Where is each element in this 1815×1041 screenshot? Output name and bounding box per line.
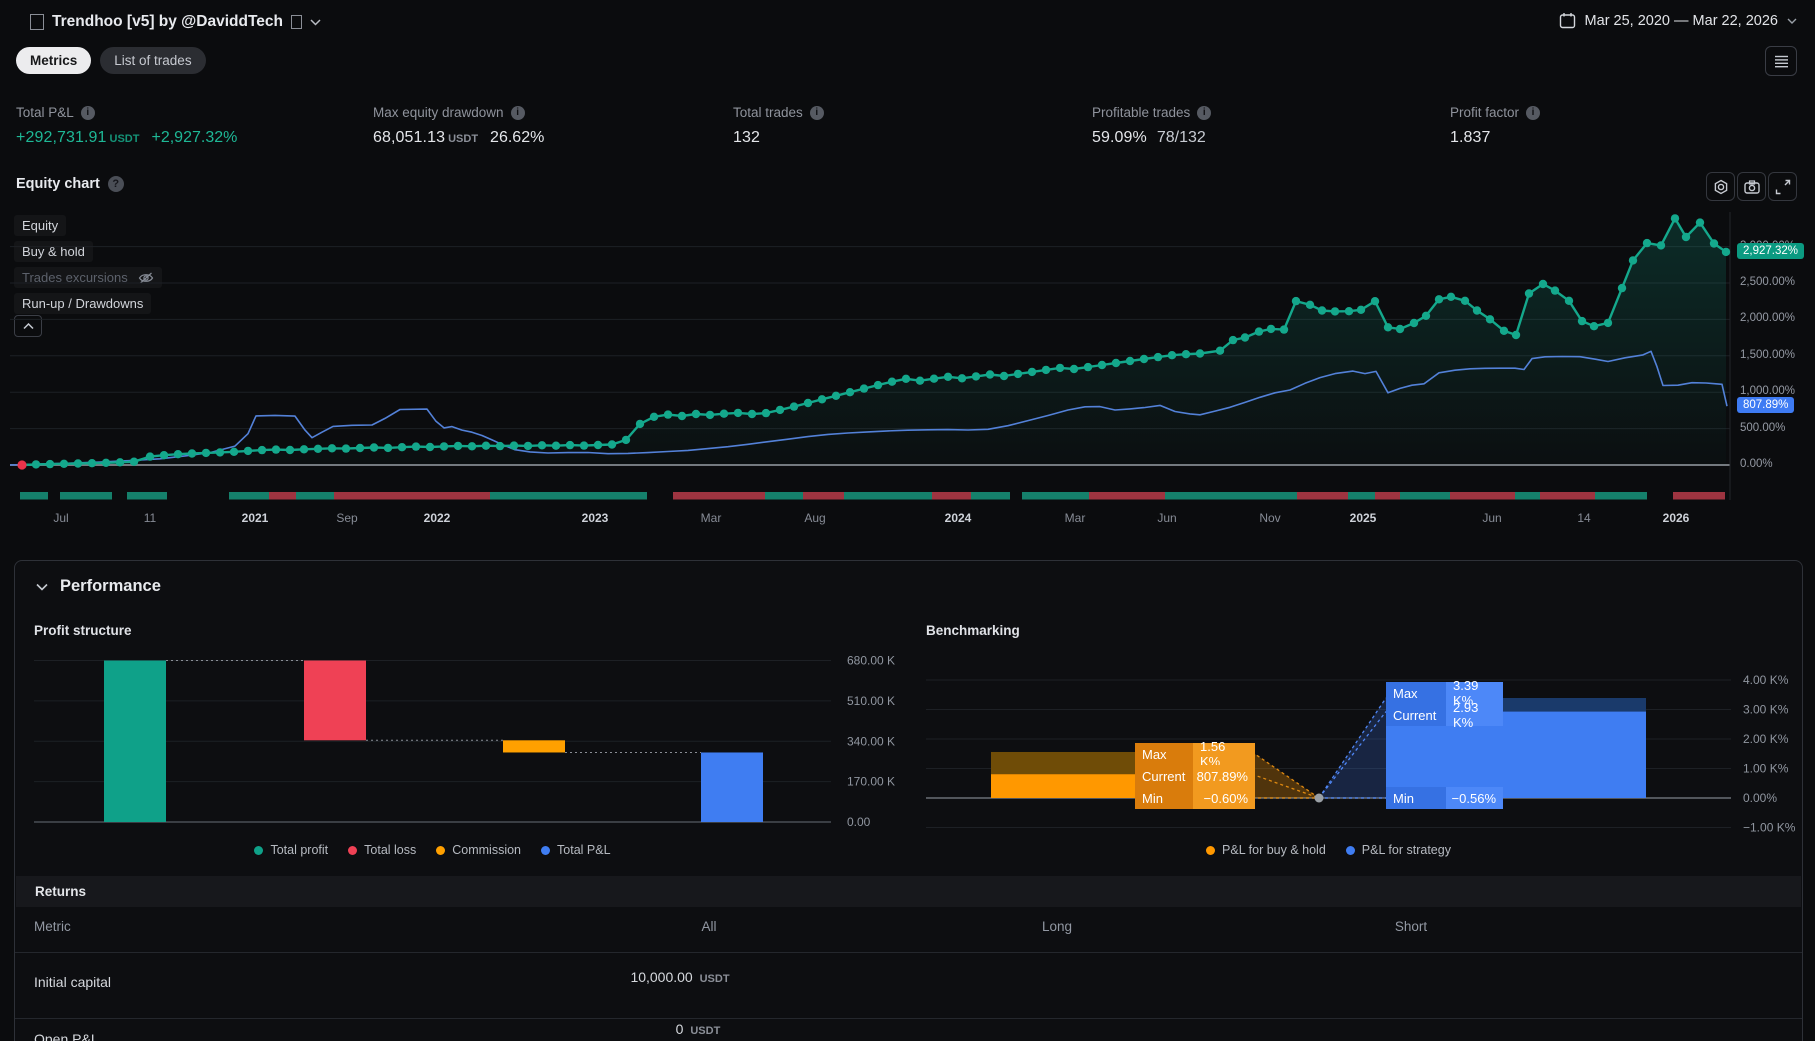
legend-item[interactable]: Total P&L xyxy=(541,843,611,857)
svg-text:Jun: Jun xyxy=(1482,511,1501,525)
svg-text:2.00 K%: 2.00 K% xyxy=(1743,732,1789,746)
legend-item[interactable]: Commission xyxy=(436,843,521,857)
svg-text:170.00 K: 170.00 K xyxy=(847,775,895,789)
y-axis-tick: 0.00% xyxy=(1740,458,1773,470)
equity-chart-plot[interactable]: Jul 11 2021 Sep 2022 2023 Mar Aug 2024 Mar Jun Nov 2… xyxy=(0,0,1815,540)
legend-dot-icon xyxy=(436,846,446,855)
legend-dot-icon xyxy=(1345,846,1355,855)
y-axis-tick: 2,500.00% xyxy=(1740,276,1795,288)
svg-text:Aug: Aug xyxy=(804,511,825,525)
y-axis-tick: 1,000.00% xyxy=(1740,385,1795,398)
svg-text:Nov: Nov xyxy=(1259,511,1280,525)
svg-text:0.00%: 0.00% xyxy=(1743,791,1777,805)
last-value-badge: 2,927.32% xyxy=(1737,242,1804,259)
returns-column-header: Metric xyxy=(34,919,71,934)
returns-column-header: Long xyxy=(1041,919,1073,934)
svg-text:510.00 K: 510.00 K xyxy=(847,694,895,708)
benchmark-stat-row: Min −0.56% xyxy=(1386,787,1503,809)
legend-item[interactable]: P&L for buy & hold xyxy=(1206,843,1326,857)
currency-unit: USDT xyxy=(690,1025,721,1037)
svg-text:Mar: Mar xyxy=(1065,511,1086,525)
svg-text:2024: 2024 xyxy=(945,511,972,525)
y-axis-tick: 1,500.00% xyxy=(1740,348,1795,361)
profit-structure-legend[interactable]: Total profit Total loss Commission Total P&… xyxy=(34,843,831,857)
legend-dot-icon xyxy=(1206,846,1216,855)
benchmark-stat-row: Max 1.56 K% xyxy=(1135,739,1255,769)
svg-text:Jul: Jul xyxy=(53,511,68,525)
y-axis-tick: 500.00% xyxy=(1740,421,1786,434)
svg-text:2022: 2022 xyxy=(424,511,451,525)
svg-text:4.00 K%: 4.00 K% xyxy=(1743,673,1789,687)
benchmarking-legend[interactable]: P&L for buy & hold P&L for strategy xyxy=(926,843,1731,857)
svg-text:14: 14 xyxy=(1577,511,1591,525)
legend-item[interactable]: P&L for strategy xyxy=(1345,843,1451,857)
svg-text:2026: 2026 xyxy=(1663,511,1690,525)
returns-column-header: All xyxy=(701,919,717,934)
svg-text:3.00 K%: 3.00 K% xyxy=(1743,703,1789,717)
returns-row-metric: Open P&L xyxy=(34,1031,99,1041)
svg-text:2021: 2021 xyxy=(242,511,269,525)
legend-item[interactable]: Total loss xyxy=(348,843,416,857)
legend-dot-icon xyxy=(254,846,264,855)
svg-text:11: 11 xyxy=(144,511,157,525)
currency-unit: USDT xyxy=(699,973,730,985)
returns-row-value: 10,000.00 USDT xyxy=(630,969,730,985)
returns-row-metric: Initial capital xyxy=(34,974,112,990)
divider xyxy=(15,952,1802,953)
performance-charts-plot[interactable]: 0.00 170.00 K 340.00 K 510.00 K 680.00 K 4.00… xyxy=(15,561,1802,881)
svg-text:2025: 2025 xyxy=(1350,511,1377,525)
benchmark-stat-row: Min −0.60% xyxy=(1135,787,1255,809)
equity-chart-y-axis: 0.00% 500.00% 1,000.00% 1,500.00% 2,000.00% 2… xyxy=(1737,0,1815,540)
returns-column-header: Short xyxy=(1394,919,1428,934)
performance-panel: Performance Profit structure Benchmarkin… xyxy=(14,560,1803,1041)
svg-text:340.00 K: 340.00 K xyxy=(847,734,895,748)
legend-item[interactable]: Total profit xyxy=(254,843,328,857)
divider xyxy=(15,1018,1802,1019)
svg-text:2023: 2023 xyxy=(582,511,609,525)
svg-text:1.00 K%: 1.00 K% xyxy=(1743,762,1789,776)
strategy-tester-page: Trendhoo [v5] by @DaviddTech Mar 25, 202… xyxy=(0,0,1815,1041)
benchmark-stat-row: Current 807.89% xyxy=(1135,765,1255,787)
legend-dot-icon xyxy=(541,846,551,855)
svg-text:680.00 K: 680.00 K xyxy=(847,654,895,668)
returns-row-value: 0 USDT xyxy=(675,1021,721,1037)
returns-section-header: Returns xyxy=(16,876,1801,907)
svg-text:0.00: 0.00 xyxy=(847,815,871,829)
svg-text:Jun: Jun xyxy=(1157,511,1176,525)
last-value-badge: 807.89% xyxy=(1737,397,1795,414)
svg-text:Sep: Sep xyxy=(336,511,358,525)
svg-text:−1.00 K%: −1.00 K% xyxy=(1743,821,1796,835)
legend-dot-icon xyxy=(348,846,358,855)
y-axis-tick: 2,000.00% xyxy=(1740,312,1795,325)
svg-text:Mar: Mar xyxy=(701,511,722,525)
benchmark-stat-row: Current 2.93 K% xyxy=(1386,700,1503,730)
